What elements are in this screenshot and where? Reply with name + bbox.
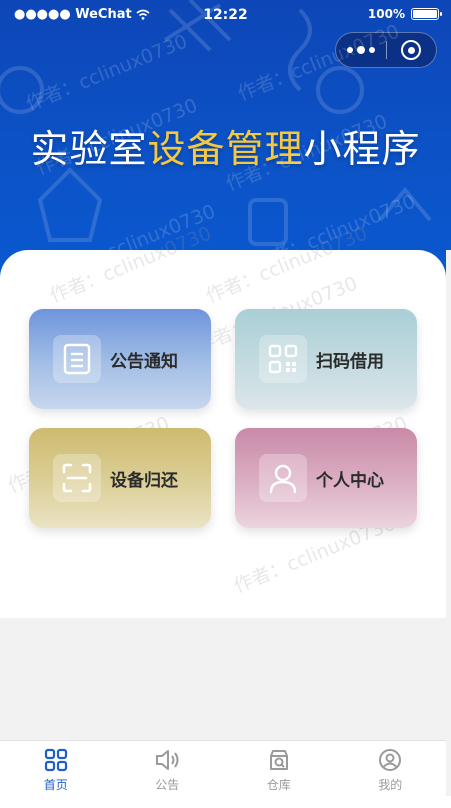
profile-label: 个人中心 [316, 470, 384, 491]
scan-borrow-label: 扫码借用 [316, 351, 384, 372]
scroll-gutter [446, 250, 451, 808]
home-indicator-area [0, 796, 451, 808]
warehouse-search-icon [266, 747, 292, 773]
tab-notice[interactable]: 公告 [112, 741, 224, 796]
bottom-tab-bar: 首页 公告 仓库 我的 [0, 740, 446, 796]
speaker-icon [154, 747, 180, 773]
tab-home-label: 首页 [43, 778, 68, 792]
page-title: 实验室设备管理小程序 [0, 118, 451, 173]
empty-area [0, 618, 446, 740]
user-icon [377, 747, 403, 773]
home-grid-icon [43, 747, 69, 773]
more-dots-icon[interactable] [336, 33, 386, 67]
return-device-button[interactable]: 设备归还 [29, 428, 211, 528]
notice-document-icon [53, 335, 101, 383]
hero-banner: ●●●●● WeChat 12:22 100% 实验室设备管理小程序 作者：cc… [0, 0, 451, 290]
mini-program-capsule [335, 32, 437, 68]
title-part-2: 小程序 [303, 127, 421, 171]
notice-button[interactable]: 公告通知 [29, 309, 211, 409]
tab-notice-label: 公告 [155, 778, 180, 792]
qr-code-icon [259, 335, 307, 383]
tab-warehouse-label: 仓库 [266, 778, 291, 792]
notice-label: 公告通知 [110, 351, 178, 372]
battery-percent: 100% [367, 7, 405, 21]
close-mini-program-icon[interactable] [386, 33, 436, 67]
battery-level [413, 10, 437, 18]
return-device-label: 设备归还 [110, 470, 178, 491]
title-highlight: 设备管理 [147, 127, 304, 171]
battery-info: 100% [367, 7, 442, 21]
tab-warehouse[interactable]: 仓库 [223, 741, 335, 796]
battery-icon [411, 8, 442, 20]
tab-mine[interactable]: 我的 [335, 741, 447, 796]
scan-borrow-button[interactable]: 扫码借用 [235, 309, 417, 409]
tab-home[interactable]: 首页 [0, 741, 112, 796]
title-part-1: 实验室 [30, 127, 148, 171]
scan-frame-icon [53, 454, 101, 502]
profile-button[interactable]: 个人中心 [235, 428, 417, 528]
user-profile-icon [259, 454, 307, 502]
tab-mine-label: 我的 [378, 778, 403, 792]
status-bar: ●●●●● WeChat 12:22 100% [0, 0, 451, 32]
